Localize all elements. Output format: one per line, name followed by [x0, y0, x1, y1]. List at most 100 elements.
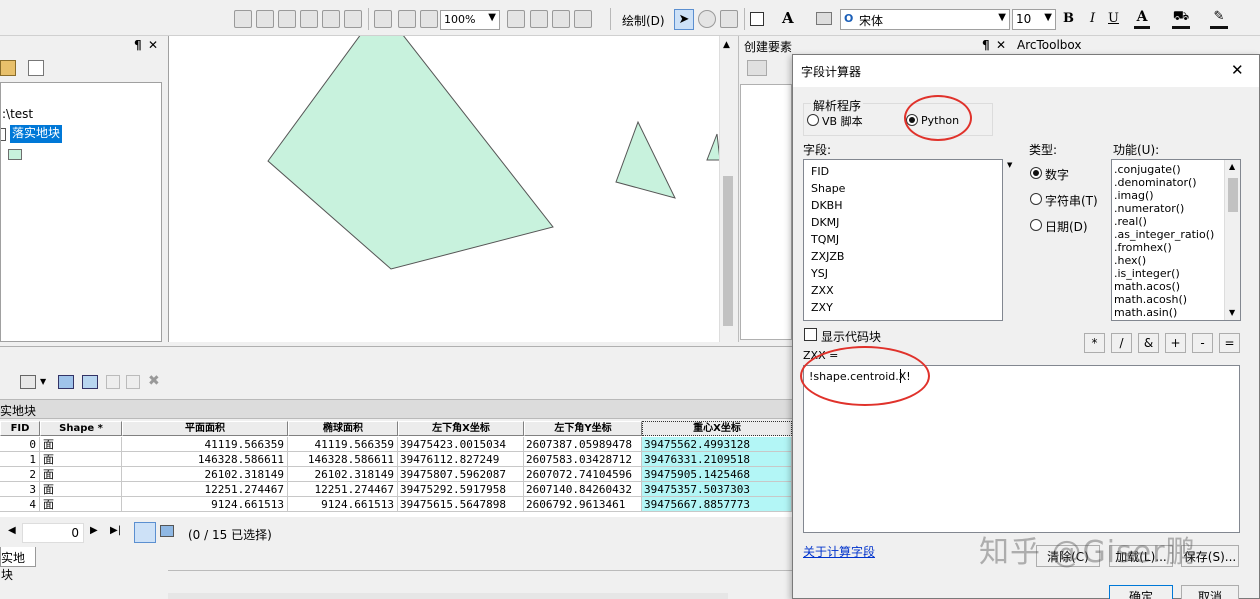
show-selected-records-icon[interactable] — [160, 525, 174, 537]
record-index-input[interactable]: 0 — [22, 523, 84, 543]
type-number-label[interactable]: 数字 — [1045, 166, 1069, 183]
underline-button[interactable]: U — [1108, 11, 1119, 26]
polygon-feature-partial[interactable] — [706, 133, 719, 161]
italic-button[interactable]: I — [1090, 11, 1095, 26]
list-item[interactable]: DKBH — [811, 197, 995, 214]
data-driven-pages-icon[interactable] — [574, 10, 592, 28]
show-codeblock-label[interactable]: 显示代码块 — [821, 328, 881, 345]
operator-multiply-button[interactable]: * — [1084, 333, 1105, 353]
column-header-lower-left-x[interactable]: 左下角X坐标 — [398, 421, 524, 436]
operator-ampersand-button[interactable]: & — [1138, 333, 1159, 353]
panel-close-icon[interactable]: ✕ — [996, 38, 1006, 52]
list-item[interactable]: .is_integer() — [1114, 267, 1238, 280]
select-elements-arrow-icon[interactable]: ➤ — [674, 9, 694, 30]
list-item[interactable]: .numerator() — [1114, 202, 1238, 215]
column-header-fid[interactable]: FID — [0, 421, 40, 436]
show-codeblock-checkbox[interactable] — [804, 328, 817, 341]
fill-color-icon[interactable]: ⛟ — [1172, 9, 1190, 29]
polygon-feature-large[interactable] — [267, 36, 554, 270]
list-item[interactable]: math.asin() — [1114, 306, 1238, 319]
show-all-records-icon[interactable] — [134, 522, 156, 543]
functions-scrollbar[interactable]: ▲ ▼ — [1224, 160, 1240, 320]
zoom-to-selected-icon[interactable] — [720, 10, 738, 28]
rotate-icon[interactable] — [698, 10, 716, 28]
new-text-button[interactable]: A — [782, 9, 794, 27]
scroll-thumb[interactable] — [723, 176, 733, 326]
last-record-icon[interactable]: ▶| — [110, 525, 121, 536]
rectangle-icon[interactable] — [750, 12, 764, 26]
type-string-radio[interactable] — [1030, 193, 1042, 205]
list-item[interactable]: .real() — [1114, 215, 1238, 228]
back-extent-icon[interactable] — [344, 10, 362, 28]
layer-symbol-swatch[interactable] — [8, 149, 22, 160]
list-item[interactable]: DKMJ — [811, 214, 995, 231]
focus-data-frame-icon[interactable] — [530, 10, 548, 28]
ok-button[interactable]: 确定 — [1109, 585, 1173, 599]
column-header-ellipsoid-area[interactable]: 椭球面积 — [288, 421, 398, 436]
callout-icon[interactable] — [816, 12, 832, 25]
table-options-icon[interactable] — [20, 375, 36, 389]
parser-vb-radio[interactable] — [807, 114, 819, 126]
list-item[interactable]: FID — [811, 163, 995, 180]
horizontal-scrollbar[interactable] — [168, 593, 728, 599]
select-by-attributes-icon[interactable] — [82, 375, 98, 389]
bold-button[interactable]: B — [1063, 11, 1074, 26]
chevron-down-icon[interactable]: ▼ — [40, 377, 46, 386]
prev-record-icon[interactable]: ◀ — [8, 525, 16, 536]
list-item[interactable]: .fromhex() — [1114, 241, 1238, 254]
font-size-combobox[interactable]: 10 ▼ — [1012, 9, 1056, 30]
clear-selection-icon[interactable] — [126, 375, 140, 389]
layer-checkbox[interactable] — [1, 128, 6, 141]
dialog-close-icon[interactable]: ✕ — [1231, 61, 1244, 79]
zoom-out-icon[interactable] — [256, 10, 274, 28]
delete-selected-icon[interactable]: ✖ — [148, 373, 160, 389]
fields-list[interactable]: FID Shape DKBH DKMJ TQMJ ZXJZB YSJ ZXX Z… — [803, 159, 1003, 321]
toggle-draft-icon[interactable] — [507, 10, 525, 28]
related-tables-icon[interactable] — [58, 375, 74, 389]
scroll-down-arrow-icon[interactable]: ▼ — [1229, 308, 1235, 317]
cancel-button[interactable]: 取消 — [1181, 585, 1239, 599]
operator-plus-button[interactable]: + — [1165, 333, 1186, 353]
page-fit-icon[interactable] — [420, 10, 438, 28]
select-frame-icon[interactable] — [374, 10, 392, 28]
list-item[interactable]: ZXJZB — [811, 248, 995, 265]
polygon-feature-triangle[interactable] — [615, 120, 676, 199]
zoom-in-icon[interactable] — [234, 10, 252, 28]
parser-vb-label[interactable]: VB 脚本 — [822, 113, 863, 129]
page-icon[interactable] — [398, 10, 416, 28]
functions-list[interactable]: .conjugate() .denominator() .imag() .num… — [1111, 159, 1241, 321]
font-combobox[interactable]: O 宋体 ▼ — [840, 9, 1010, 30]
scroll-up-arrow-icon[interactable]: ▲ — [1229, 162, 1235, 171]
list-item[interactable]: .hex() — [1114, 254, 1238, 267]
change-layout-icon[interactable] — [552, 10, 570, 28]
map-vertical-scrollbar[interactable]: ▲ — [719, 36, 736, 342]
list-item[interactable]: Shape — [811, 180, 995, 197]
table-tab[interactable]: 实地块 — [0, 547, 36, 582]
field-sort-dropdown-icon[interactable]: ▼ — [1007, 161, 1012, 169]
options-icon[interactable] — [28, 60, 44, 76]
type-date-radio[interactable] — [1030, 219, 1042, 231]
list-item[interactable]: YSJ — [811, 265, 995, 282]
type-string-label[interactable]: 字符串(T) — [1045, 192, 1098, 209]
draw-menu[interactable]: 绘制(D) — [622, 12, 665, 29]
list-item[interactable]: math.acos() — [1114, 280, 1238, 293]
list-by-source-icon[interactable] — [0, 60, 16, 76]
zoom-combobox[interactable]: 100% ▼ — [440, 10, 500, 30]
list-item[interactable]: ZXY — [811, 299, 995, 316]
switch-selection-icon[interactable] — [106, 375, 120, 389]
list-item[interactable]: .conjugate() — [1114, 163, 1238, 176]
layer-name-selected[interactable]: 落实地块 — [10, 125, 63, 143]
type-number-radio[interactable] — [1030, 167, 1042, 179]
organize-templates-icon[interactable] — [747, 60, 767, 76]
column-header-centroid-x[interactable]: 重心X坐标 — [642, 421, 792, 436]
type-date-label[interactable]: 日期(D) — [1045, 218, 1088, 235]
operator-divide-button[interactable]: / — [1111, 333, 1132, 353]
list-item[interactable]: math.acosh() — [1114, 293, 1238, 306]
font-color-icon[interactable]: A — [1134, 9, 1150, 29]
operator-equals-button[interactable]: = — [1219, 333, 1240, 353]
toc-close-icon[interactable]: ✕ — [148, 38, 158, 52]
column-header-shape[interactable]: Shape * — [40, 421, 122, 436]
list-item[interactable]: .as_integer_ratio() — [1114, 228, 1238, 241]
line-color-icon[interactable]: ✎ — [1210, 9, 1228, 29]
full-extent-icon[interactable] — [300, 10, 318, 28]
